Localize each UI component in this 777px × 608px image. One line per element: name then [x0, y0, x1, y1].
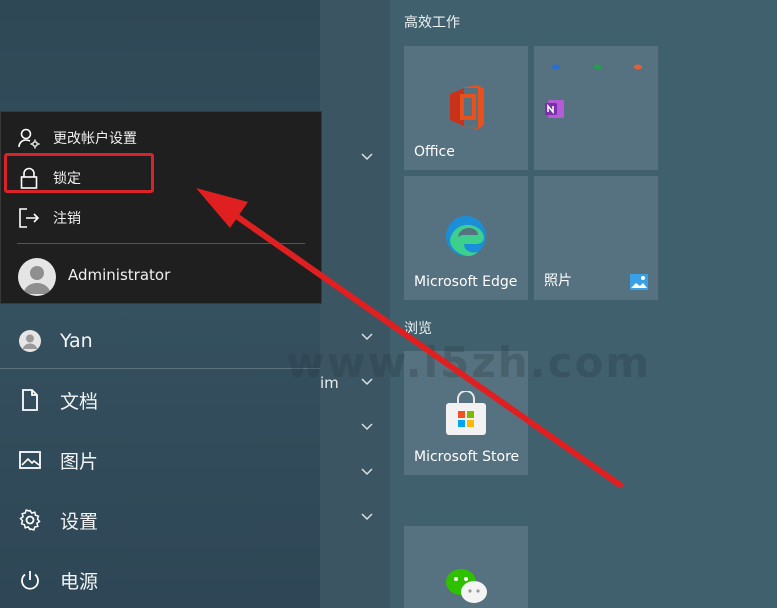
annotation-arrow — [196, 188, 623, 488]
